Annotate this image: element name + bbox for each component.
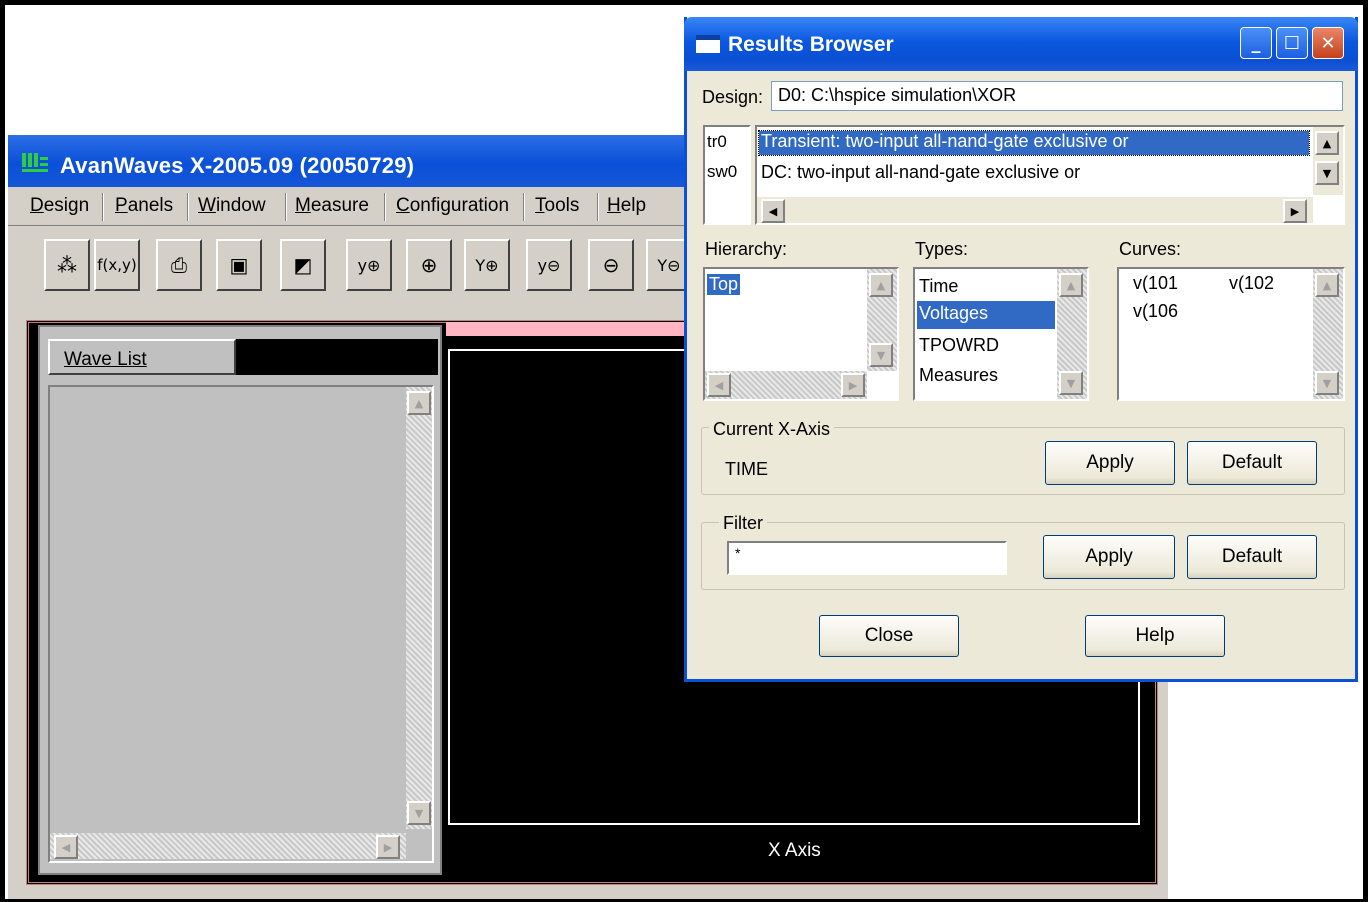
function-icon[interactable]: f(x,y) (94, 239, 140, 291)
filter-label: Filter (719, 513, 767, 534)
filter-default-button[interactable]: Default (1187, 535, 1317, 579)
curves-item[interactable]: v(106 (1133, 301, 1178, 322)
types-item[interactable]: TPOWRD (919, 335, 999, 356)
scroll-down-icon[interactable]: ▼ (407, 801, 431, 825)
scroll-up-icon[interactable]: ▲ (1315, 131, 1339, 155)
scroll-down-icon[interactable]: ▼ (1315, 161, 1339, 185)
wave-list-panel: Wave List ▲ ▼ ◀ ▶ (38, 325, 442, 875)
add-panel-alt-glyph: ◩ (293, 253, 313, 277)
scroll-right-icon[interactable]: ▶ (841, 373, 865, 397)
menu-design[interactable]: Design (30, 195, 89, 221)
y-pan-in-icon[interactable]: Y⊕ (464, 239, 510, 291)
main-window-title: AvanWaves X-2005.09 (20050729) (60, 153, 415, 178)
analysis-item-tr0[interactable]: Transient: two-input all-nand-gate exclu… (758, 130, 1310, 156)
avanwaves-logo-icon (22, 153, 48, 172)
hierarchy-item-top[interactable]: Top (707, 274, 741, 295)
y-zoom-in-glyph: y⊕ (357, 255, 381, 275)
curves-list[interactable]: v(101 v(102 v(106 ▲ ▼ (1117, 267, 1345, 401)
menu-help[interactable]: Help (607, 195, 646, 221)
menu-measure[interactable]: Measure (295, 195, 369, 221)
results-browser-title: Results Browser (728, 33, 894, 56)
x-axis-label: X Axis (768, 840, 821, 861)
menu-separator (597, 193, 599, 221)
menu-window[interactable]: Window (198, 195, 266, 221)
add-panel-icon[interactable]: ▣ (216, 239, 262, 291)
hierarchy-icon[interactable]: ⁂ (44, 239, 90, 291)
x-zoom-in-glyph: ⊕ (420, 253, 438, 277)
function-glyph: f(x,y) (97, 256, 137, 274)
scroll-left-icon[interactable]: ◀ (54, 835, 78, 859)
menu-configuration[interactable]: Configuration (396, 195, 509, 221)
scroll-up-icon[interactable]: ▲ (407, 391, 431, 415)
scroll-up-icon[interactable]: ▲ (1315, 273, 1339, 297)
minimize-icon[interactable]: _ (1240, 27, 1272, 59)
x-zoom-out-icon[interactable]: ⊖ (588, 239, 634, 291)
types-label: Types: (915, 239, 969, 259)
wave-list-box[interactable]: ▲ ▼ ◀ ▶ (48, 385, 434, 863)
window-icon (696, 35, 720, 53)
results-browser-dialog: Results Browser _ ☐ ✕ Design: D0: C:\hsp… (684, 17, 1358, 682)
analysis-list[interactable]: Transient: two-input all-nand-gate exclu… (755, 125, 1345, 225)
curves-item[interactable]: v(101 (1133, 273, 1178, 294)
scroll-right-icon[interactable]: ▶ (376, 835, 400, 859)
curves-label: Curves: (1119, 239, 1182, 259)
wave-list-hscroll[interactable] (50, 833, 406, 859)
wave-list-tab[interactable]: Wave List (48, 339, 236, 375)
menu-tools[interactable]: Tools (535, 195, 579, 221)
wave-list-header: Wave List (48, 339, 438, 375)
analysis-id: sw0 (707, 162, 738, 181)
filter-input[interactable]: * (727, 541, 1007, 575)
results-browser-titlebar[interactable]: Results Browser _ ☐ ✕ (684, 17, 1358, 71)
wave-list-vscroll[interactable] (406, 387, 432, 829)
add-panel-glyph: ▣ (229, 253, 249, 277)
print-icon[interactable]: ⎙ (156, 239, 202, 291)
y-pan-in-glyph: Y⊕ (475, 255, 499, 275)
y-pan-out-glyph: Y⊖ (657, 255, 681, 275)
current-x-axis-label: Current X-Axis (709, 419, 835, 440)
analysis-id-list: tr0 sw0 (703, 125, 751, 225)
design-field[interactable]: D0: C:\hspice simulation\XOR (771, 81, 1343, 111)
hierarchy-list[interactable]: Top ▲ ▼ ◀ ▶ (703, 267, 899, 401)
hierarchy-glyph: ⁂ (57, 253, 77, 277)
menu-separator (384, 193, 386, 221)
menu-separator (102, 193, 104, 221)
close-button[interactable]: Close (819, 615, 959, 657)
types-item[interactable]: Time (919, 276, 958, 297)
scroll-up-icon[interactable]: ▲ (869, 273, 893, 297)
hierarchy-label: Hierarchy: (705, 239, 788, 259)
y-zoom-out-icon[interactable]: y⊖ (526, 239, 572, 291)
analysis-id: tr0 (707, 132, 727, 151)
scroll-down-icon[interactable]: ▼ (1315, 371, 1339, 395)
x-zoom-out-glyph: ⊖ (602, 253, 620, 277)
maximize-icon[interactable]: ☐ (1276, 27, 1308, 59)
filter-apply-button[interactable]: Apply (1043, 535, 1175, 579)
add-panel-alt-icon[interactable]: ◩ (280, 239, 326, 291)
analysis-hscroll[interactable] (757, 197, 1313, 223)
types-item[interactable]: Measures (919, 365, 998, 386)
analysis-item-sw0[interactable]: DC: two-input all-nand-gate exclusive or (761, 162, 1080, 183)
scroll-right-icon[interactable]: ▶ (1283, 199, 1307, 223)
scroll-down-icon[interactable]: ▼ (869, 343, 893, 367)
menu-separator (187, 193, 189, 221)
scroll-left-icon[interactable]: ◀ (761, 199, 785, 223)
types-item[interactable]: Voltages (917, 301, 1055, 329)
y-zoom-out-glyph: y⊖ (537, 255, 561, 275)
menu-separator (523, 193, 525, 221)
print-glyph: ⎙ (171, 253, 187, 277)
scroll-down-icon[interactable]: ▼ (1059, 371, 1083, 395)
y-zoom-in-icon[interactable]: y⊕ (346, 239, 392, 291)
menu-separator (285, 193, 287, 221)
close-icon[interactable]: ✕ (1312, 27, 1344, 59)
scroll-left-icon[interactable]: ◀ (707, 373, 731, 397)
help-button[interactable]: Help (1085, 615, 1225, 657)
curves-item[interactable]: v(102 (1229, 273, 1274, 294)
x-axis-apply-button[interactable]: Apply (1045, 441, 1175, 485)
menu-panels[interactable]: Panels (115, 195, 173, 221)
x-zoom-in-icon[interactable]: ⊕ (406, 239, 452, 291)
x-axis-default-button[interactable]: Default (1187, 441, 1317, 485)
current-x-axis-value: TIME (725, 459, 768, 479)
scroll-up-icon[interactable]: ▲ (1059, 273, 1083, 297)
design-label: Design: (702, 87, 764, 107)
types-list[interactable]: Time Voltages TPOWRD Measures ▲ ▼ (913, 267, 1089, 401)
